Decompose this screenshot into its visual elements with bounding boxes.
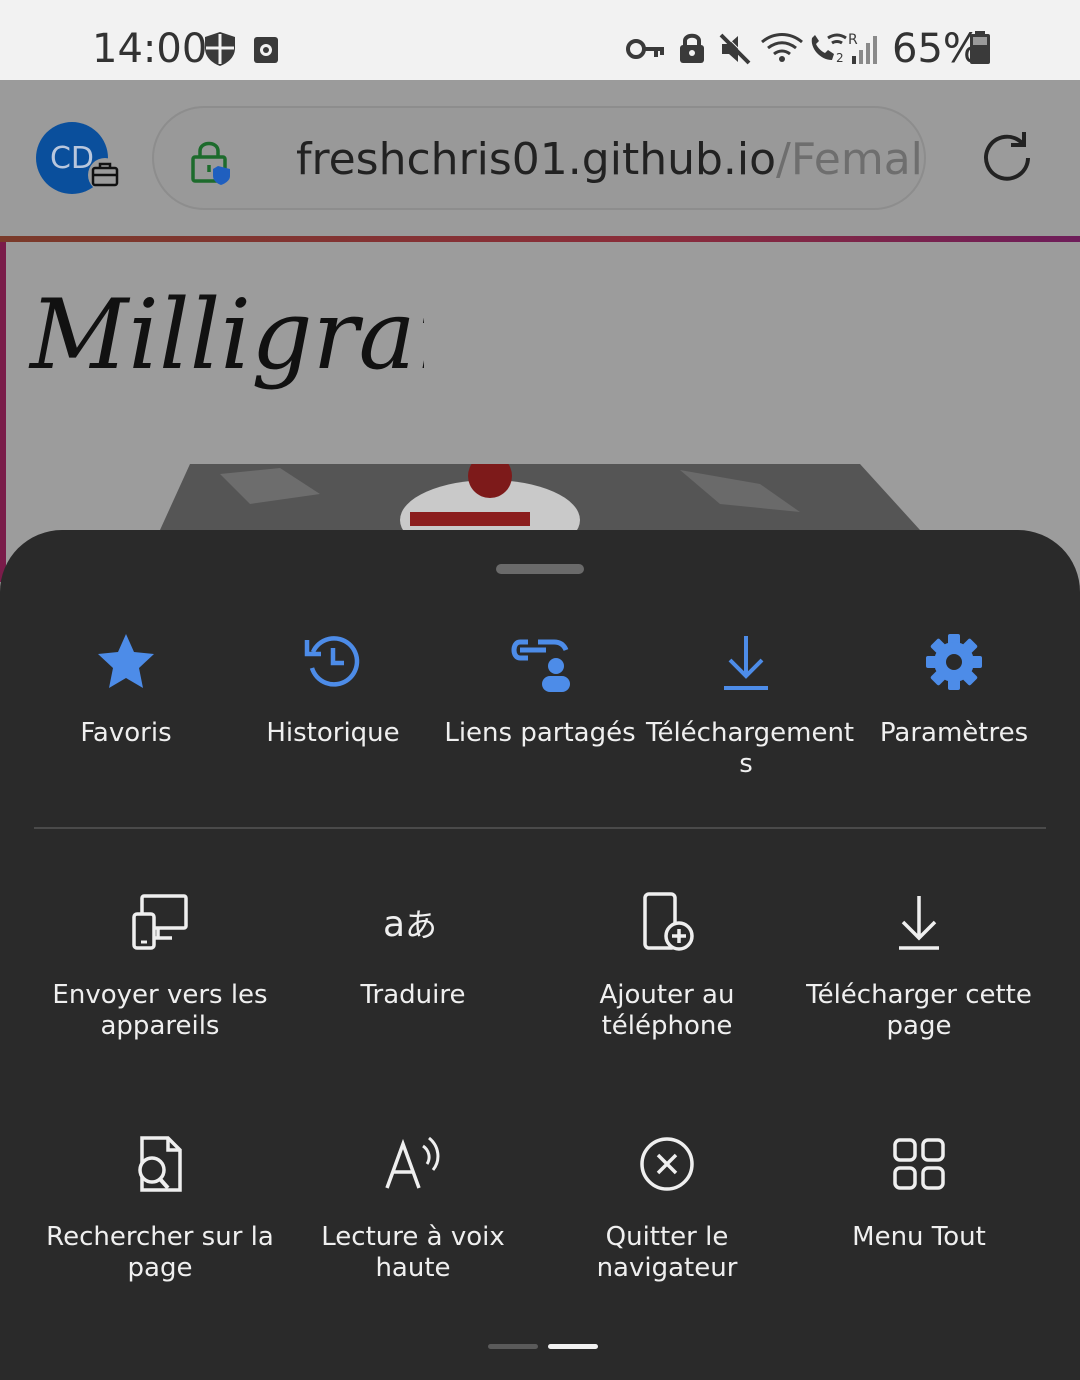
menu-item-traduire[interactable]: a あ Traduire bbox=[288, 890, 538, 1011]
shield-icon bbox=[205, 32, 235, 66]
menu-item-label: Rechercher sur la page bbox=[46, 1222, 274, 1283]
work-profile-badge bbox=[88, 158, 122, 192]
read-aloud-icon bbox=[385, 1136, 440, 1189]
menu-item-envoyer-vers-appareils[interactable]: Envoyer vers les appareils bbox=[35, 890, 285, 1042]
url-host: freshchris01.github.io bbox=[296, 134, 777, 185]
svg-text:a: a bbox=[383, 904, 405, 945]
menu-item-label: Envoyer vers les appareils bbox=[52, 980, 268, 1041]
close-circle-icon bbox=[640, 1137, 694, 1191]
site-logo-text: Milligram bbox=[28, 279, 424, 391]
page-indicator-2[interactable] bbox=[548, 1344, 598, 1349]
briefcase-icon bbox=[91, 162, 119, 187]
star-icon bbox=[98, 634, 154, 688]
history-icon bbox=[304, 636, 360, 687]
menu-divider bbox=[34, 827, 1046, 829]
screen-record-icon bbox=[254, 37, 278, 63]
send-to-devices-icon bbox=[132, 894, 188, 950]
shared-links-icon bbox=[511, 639, 570, 692]
wifi-icon bbox=[761, 33, 803, 62]
menu-item-quitter-le-navigateur[interactable]: Quitter le navigateur bbox=[542, 1132, 792, 1284]
menu-item-historique[interactable]: Historique bbox=[233, 630, 433, 749]
menu-item-label: Paramètres bbox=[879, 718, 1029, 748]
download-page-icon bbox=[899, 896, 939, 950]
menu-item-label: Téléchargement s bbox=[646, 718, 855, 779]
menu-item-menu-tout[interactable]: Menu Tout bbox=[794, 1132, 1044, 1253]
menu-item-label: Traduire bbox=[360, 980, 466, 1010]
menu-item-label: Liens partagés bbox=[444, 718, 636, 748]
gear-icon bbox=[926, 634, 982, 690]
browser-toolbar: CD freshchris01.github.io/Female bbox=[0, 80, 1080, 236]
lock-icon bbox=[680, 33, 704, 63]
download-icon bbox=[724, 636, 768, 690]
url-path: /Female bbox=[776, 134, 924, 185]
menu-item-liens-partages[interactable]: Liens partagés bbox=[440, 630, 640, 749]
menu-item-label: Quitter le navigateur bbox=[596, 1222, 738, 1283]
status-bar: 14:00 2 R 65% bbox=[0, 0, 1080, 80]
add-to-phone-icon bbox=[643, 892, 694, 951]
secure-lock-icon[interactable] bbox=[190, 138, 232, 186]
address-bar[interactable]: freshchris01.github.io/Female bbox=[152, 106, 926, 210]
vpn-key-icon bbox=[626, 39, 664, 59]
menu-item-rechercher-sur-la-page[interactable]: Rechercher sur la page bbox=[35, 1132, 285, 1284]
wifi-call-icon: 2 bbox=[811, 33, 847, 64]
page-indicator-1[interactable] bbox=[488, 1344, 538, 1349]
menu-item-label: Lecture à voix haute bbox=[321, 1222, 505, 1283]
find-in-page-icon bbox=[138, 1136, 182, 1192]
battery-icon bbox=[970, 31, 990, 64]
menu-item-telecharger-cette-page[interactable]: Télécharger cette page bbox=[794, 890, 1044, 1042]
menu-item-telechargements[interactable]: Téléchargement s bbox=[646, 630, 855, 780]
menu-item-label: Historique bbox=[266, 718, 400, 748]
svg-text:2: 2 bbox=[836, 51, 844, 64]
translate-icon: a あ bbox=[383, 904, 437, 945]
menu-item-favoris[interactable]: Favoris bbox=[26, 630, 226, 749]
page-left-accent bbox=[0, 242, 6, 582]
menu-item-label: Télécharger cette page bbox=[806, 980, 1032, 1041]
site-logo[interactable]: Milligram bbox=[24, 276, 424, 436]
menu-item-ajouter-au-telephone[interactable]: Ajouter au téléphone bbox=[542, 890, 792, 1042]
signal-icon: R bbox=[848, 32, 877, 64]
menu-item-label: Menu Tout bbox=[852, 1222, 986, 1252]
menu-item-lecture-a-voix-haute[interactable]: Lecture à voix haute bbox=[288, 1132, 538, 1284]
drag-handle[interactable] bbox=[496, 564, 584, 574]
mute-icon bbox=[719, 32, 752, 65]
menu-item-label: Ajouter au téléphone bbox=[599, 980, 735, 1041]
url-text[interactable]: freshchris01.github.io/Female bbox=[296, 134, 924, 185]
browser-menu-sheet: Favoris Historique Liens partagés Téléch… bbox=[0, 530, 1080, 1380]
menu-item-parametres[interactable]: Paramètres bbox=[854, 630, 1054, 749]
svg-text:あ: あ bbox=[405, 906, 437, 944]
status-time: 14:00 bbox=[92, 26, 208, 72]
all-menu-icon bbox=[893, 1138, 945, 1190]
menu-item-label: Favoris bbox=[80, 718, 172, 748]
svg-text:R: R bbox=[848, 32, 858, 48]
reload-icon[interactable] bbox=[978, 128, 1038, 188]
